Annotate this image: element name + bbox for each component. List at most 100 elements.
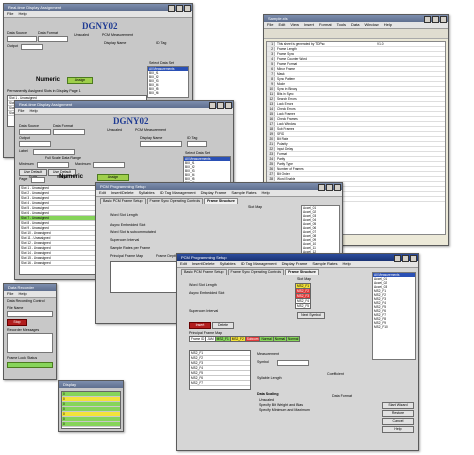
- minimize-icon[interactable]: [168, 5, 175, 12]
- scale-option-unscaled[interactable]: Unscaled: [259, 398, 274, 402]
- menu-insert-delete[interactable]: Insert/Delete: [111, 190, 134, 195]
- tab-frame-structure[interactable]: Frame Structure: [204, 198, 238, 204]
- close-icon[interactable]: [225, 102, 232, 109]
- tab-basic[interactable]: Basic PCM Frame Setup: [100, 198, 146, 204]
- maximize-icon[interactable]: [326, 184, 333, 191]
- table-cell[interactable]: Normal: [272, 336, 288, 342]
- menu-file[interactable]: File: [7, 291, 13, 296]
- tab-frame-sync[interactable]: Frame Sync Operating Controls: [227, 269, 285, 275]
- label-field[interactable]: [33, 149, 75, 155]
- delete-button[interactable]: Delete: [212, 322, 234, 329]
- start-wizard-button[interactable]: Start Wizard: [382, 402, 414, 409]
- symbol-field[interactable]: [277, 360, 309, 366]
- page-field[interactable]: [31, 177, 45, 183]
- menu-help[interactable]: Help: [342, 261, 350, 266]
- menu-sample-rates[interactable]: Sample Rates: [231, 190, 256, 195]
- menu-display-frame[interactable]: Display Frame: [201, 190, 227, 195]
- menu-file[interactable]: File: [18, 108, 24, 113]
- table-row[interactable]: MS2_F7: [190, 381, 250, 386]
- maximize-icon[interactable]: [176, 5, 183, 12]
- menu-id-tag[interactable]: ID Tag Management: [241, 261, 277, 266]
- menu-tools[interactable]: Tools: [337, 22, 346, 27]
- menu-edit[interactable]: Edit: [278, 22, 285, 27]
- menu-edit[interactable]: Edit: [180, 261, 187, 266]
- frame-map-table[interactable]: Frame ID JAM MS2_F1 MS2_F2 Subcom Normal…: [188, 336, 301, 342]
- table-cell[interactable]: Normal: [286, 336, 301, 342]
- list-item[interactable]: MS2_F10: [373, 325, 415, 329]
- menu-display-frame[interactable]: Display Frame: [282, 261, 308, 266]
- menu-syllables[interactable]: Syllables: [220, 261, 236, 266]
- table-cell[interactable]: Normal: [259, 336, 274, 342]
- menu-id-tag[interactable]: ID Tag Management: [160, 190, 196, 195]
- data-source-field[interactable]: [7, 36, 37, 42]
- maximize-icon[interactable]: [217, 102, 224, 109]
- table-cell[interactable]: MS2_F2: [294, 288, 312, 294]
- table-cell[interactable]: Subcom: [244, 336, 261, 342]
- menu-file[interactable]: File: [7, 11, 13, 16]
- menu-syllables[interactable]: Syllables: [139, 190, 155, 195]
- assign-button[interactable]: Assign: [67, 77, 93, 84]
- menu-data[interactable]: Data: [351, 22, 359, 27]
- window-data-recorder[interactable]: Data Recorder File Help Data Recording Co…: [3, 283, 57, 380]
- scale-option-bit-weight[interactable]: Specify Bit Weight and Bias: [259, 403, 303, 407]
- data-format-field[interactable]: [38, 36, 68, 42]
- close-icon[interactable]: [410, 255, 417, 262]
- menu-insert[interactable]: Insert: [304, 22, 314, 27]
- window-pcm-setup-2[interactable]: PCM Programming Setup Edit Insert/Delete S…: [176, 253, 419, 451]
- menu-help[interactable]: Help: [29, 108, 37, 113]
- table-cell[interactable]: MS2_F5: [294, 303, 312, 309]
- data-format-field[interactable]: [53, 129, 85, 135]
- menu-edit[interactable]: Edit: [99, 190, 106, 195]
- help-button[interactable]: Help: [382, 426, 414, 433]
- minimize-icon[interactable]: [394, 255, 401, 262]
- stop-button[interactable]: Stop: [7, 319, 27, 326]
- menu-help[interactable]: Help: [18, 291, 26, 296]
- maximize-icon[interactable]: [432, 16, 439, 23]
- menu-help[interactable]: Help: [18, 11, 26, 16]
- output-field[interactable]: [19, 141, 51, 147]
- data-source-field[interactable]: [19, 129, 51, 135]
- maximum-field[interactable]: [93, 162, 125, 168]
- menu-format[interactable]: Format: [319, 22, 332, 27]
- table-cell[interactable]: MS2_F2: [229, 336, 246, 342]
- measurement-list[interactable]: All Measurements BIX_f1 BIX_f2 BIX_f3 BI…: [147, 66, 189, 98]
- close-icon[interactable]: [184, 5, 191, 12]
- table-cell[interactable]: MS2_F1: [214, 336, 231, 342]
- next-symbol-button[interactable]: Next Symbol: [297, 312, 325, 319]
- file-name-field[interactable]: [7, 311, 53, 317]
- tab-frame-structure[interactable]: Frame Structure: [285, 269, 319, 275]
- cancel-button[interactable]: Cancel: [382, 418, 414, 425]
- id-tag-field[interactable]: [187, 141, 207, 147]
- menu-view[interactable]: View: [290, 22, 299, 27]
- close-icon[interactable]: [334, 184, 341, 191]
- menu-file[interactable]: File: [267, 22, 273, 27]
- display-name-field[interactable]: [140, 141, 182, 147]
- tab-basic[interactable]: Basic PCM Frame Setup: [181, 269, 227, 275]
- table-cell[interactable]: JAM: [205, 336, 216, 342]
- minimum-field[interactable]: [37, 162, 69, 168]
- use-default-scale-button[interactable]: Use Default Scale: [19, 169, 47, 179]
- maximize-icon[interactable]: [402, 255, 409, 262]
- minimize-icon[interactable]: [318, 184, 325, 191]
- table-cell[interactable]: MS2_F4: [294, 298, 312, 304]
- subframe-grid[interactable]: MS2_F1 MS2_F2 MS2_F3 MS2_F4 MS2_F5 MS2_F…: [189, 350, 251, 390]
- table-cell[interactable]: MS2_F1: [294, 283, 312, 289]
- menu-help[interactable]: Help: [384, 22, 392, 27]
- menu-help[interactable]: Help: [261, 190, 269, 195]
- scale-option-min-max[interactable]: Specify Minimum and Maximum: [259, 408, 310, 412]
- assign-button[interactable]: Assign: [97, 174, 129, 181]
- slot-map-table[interactable]: MS2_F1 MS2_F2 MS2_F3 MS2_F4 MS2_F5: [294, 283, 312, 309]
- menu-insert-delete[interactable]: Insert/Delete: [192, 261, 215, 266]
- table-cell[interactable]: MS2_F3: [294, 293, 312, 299]
- list-item[interactable]: BIX_f6: [148, 91, 188, 95]
- minimize-icon[interactable]: [424, 16, 431, 23]
- window-display-grid[interactable]: Display 0 0 0 0 0 0 0: [58, 380, 124, 432]
- menu-window[interactable]: Window: [364, 22, 378, 27]
- insert-button[interactable]: Insert: [189, 322, 211, 329]
- close-icon[interactable]: [440, 16, 447, 23]
- restore-button[interactable]: Restore: [382, 410, 414, 417]
- menu-sample-rates[interactable]: Sample Rates: [312, 261, 337, 266]
- minimize-icon[interactable]: [209, 102, 216, 109]
- measurement-list[interactable]: All Measurements Accel_01 Accel_02 Accel…: [372, 272, 416, 360]
- tab-frame-sync[interactable]: Frame Sync Operating Controls: [146, 198, 204, 204]
